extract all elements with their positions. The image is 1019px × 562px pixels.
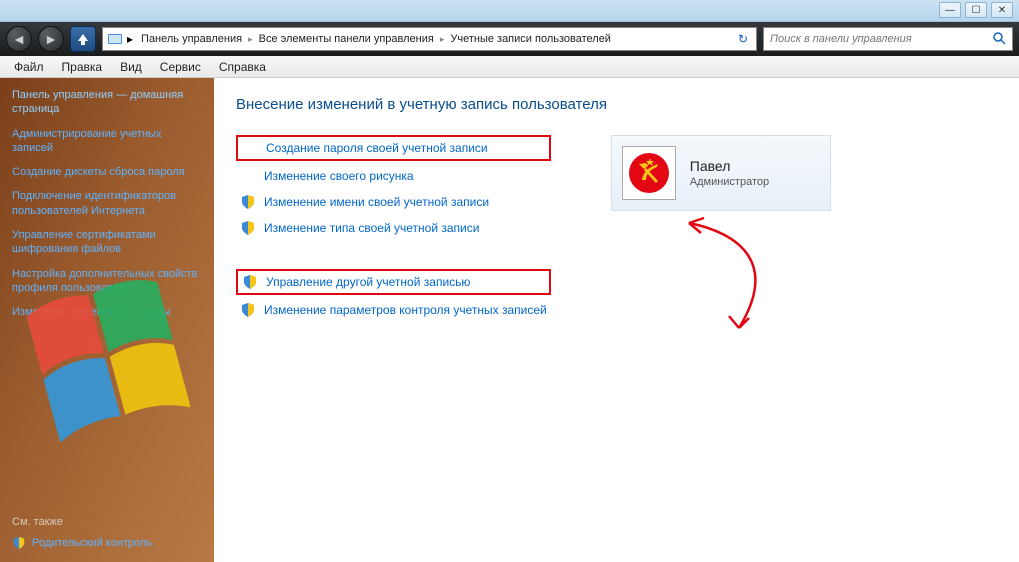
menu-view[interactable]: Вид: [112, 58, 150, 76]
main-area: Панель управления — домашняя страница Ад…: [0, 78, 1019, 562]
titlebar: — ☐ ✕: [0, 0, 1019, 22]
breadcrumb: Панель управления ▸ Все элементы панели …: [137, 31, 615, 47]
up-button[interactable]: [70, 26, 96, 52]
task-change-picture[interactable]: Изменение своего рисунка: [236, 165, 551, 187]
menu-tools[interactable]: Сервис: [152, 58, 209, 76]
search-icon[interactable]: [992, 31, 1006, 48]
parental-control-link[interactable]: Родительский контроль: [12, 536, 152, 550]
breadcrumb-sep: ▸: [440, 34, 445, 45]
shield-icon: [240, 194, 256, 210]
task-label: Изменение своего рисунка: [264, 169, 414, 183]
task-label: Изменение имени своей учетной записи: [264, 195, 489, 209]
window-controls: — ☐ ✕: [939, 2, 1013, 18]
shield-placeholder: [240, 168, 256, 184]
sidebar-link-2[interactable]: Подключение идентификаторов пользователе…: [12, 189, 202, 218]
task-uac-settings[interactable]: Изменение параметров контроля учетных за…: [236, 299, 551, 321]
task-list: Создание пароля своей учетной записи Изм…: [236, 135, 551, 325]
maximize-button[interactable]: ☐: [965, 2, 987, 18]
menubar: Файл Правка Вид Сервис Справка: [0, 56, 1019, 78]
back-button[interactable]: ◄: [6, 26, 32, 52]
sidebar-link-1[interactable]: Создание дискеты сброса пароля: [12, 165, 202, 179]
close-button[interactable]: ✕: [991, 2, 1013, 18]
shield-icon: [12, 536, 26, 550]
sidebar-link-0[interactable]: Администрирование учетных записей: [12, 127, 202, 156]
task-label: Изменение типа своей учетной записи: [264, 221, 479, 235]
shield-placeholder: [242, 140, 258, 156]
user-card: Павел Администратор: [611, 135, 831, 211]
task-label: Изменение параметров контроля учетных за…: [264, 303, 547, 317]
task-label: Создание пароля своей учетной записи: [266, 141, 488, 155]
task-change-name[interactable]: Изменение имени своей учетной записи: [236, 191, 551, 213]
sidebar-home-link[interactable]: Панель управления — домашняя страница: [12, 88, 202, 117]
search-input[interactable]: [770, 33, 988, 45]
sidebar-link-3[interactable]: Управление сертификатами шифрования файл…: [12, 228, 202, 257]
search-bar[interactable]: [763, 27, 1013, 51]
breadcrumb-sep: ▸: [127, 32, 133, 46]
minimize-button[interactable]: —: [939, 2, 961, 18]
shield-icon: [242, 274, 258, 290]
address-bar[interactable]: ▸ Панель управления ▸ Все элементы панел…: [102, 27, 757, 51]
menu-edit[interactable]: Правка: [54, 58, 111, 76]
shield-icon: [240, 302, 256, 318]
avatar-icon: [624, 148, 674, 198]
content: Внесение изменений в учетную запись поль…: [214, 78, 1019, 562]
user-info: Павел Администратор: [690, 158, 769, 188]
see-also-label: См. также: [12, 516, 152, 528]
sidebar: Панель управления — домашняя страница Ад…: [0, 78, 214, 562]
shield-icon: [240, 220, 256, 236]
user-name: Павел: [690, 158, 769, 174]
sidebar-link-4[interactable]: Настройка дополнительных свойств профиля…: [12, 267, 202, 296]
navbar: ◄ ► ▸ Панель управления ▸ Все элементы п…: [0, 22, 1019, 56]
refresh-button[interactable]: ↻: [734, 32, 752, 46]
breadcrumb-sep: ▸: [248, 34, 253, 45]
user-avatar: [622, 146, 676, 200]
breadcrumb-crumb-1[interactable]: Все элементы панели управления: [255, 31, 438, 47]
page-title: Внесение изменений в учетную запись поль…: [236, 96, 997, 113]
breadcrumb-crumb-0[interactable]: Панель управления: [137, 31, 246, 47]
task-manage-other[interactable]: Управление другой учетной записью: [236, 269, 551, 295]
user-role: Администратор: [690, 176, 769, 188]
menu-help[interactable]: Справка: [211, 58, 274, 76]
breadcrumb-crumb-2[interactable]: Учетные записи пользователей: [446, 31, 615, 47]
menu-file[interactable]: Файл: [6, 58, 52, 76]
control-panel-icon: [107, 31, 123, 47]
sidebar-bottom: См. также Родительский контроль: [12, 516, 152, 550]
task-area: Создание пароля своей учетной записи Изм…: [236, 135, 997, 325]
task-label: Управление другой учетной записью: [266, 275, 470, 289]
forward-button[interactable]: ►: [38, 26, 64, 52]
titlebar-blur: [0, 0, 13, 21]
task-gap: [236, 243, 551, 269]
task-create-password[interactable]: Создание пароля своей учетной записи: [236, 135, 551, 161]
sidebar-link-5[interactable]: Изменение переменных среды: [12, 305, 202, 319]
task-change-type[interactable]: Изменение типа своей учетной записи: [236, 217, 551, 239]
parental-control-label: Родительский контроль: [32, 537, 152, 549]
